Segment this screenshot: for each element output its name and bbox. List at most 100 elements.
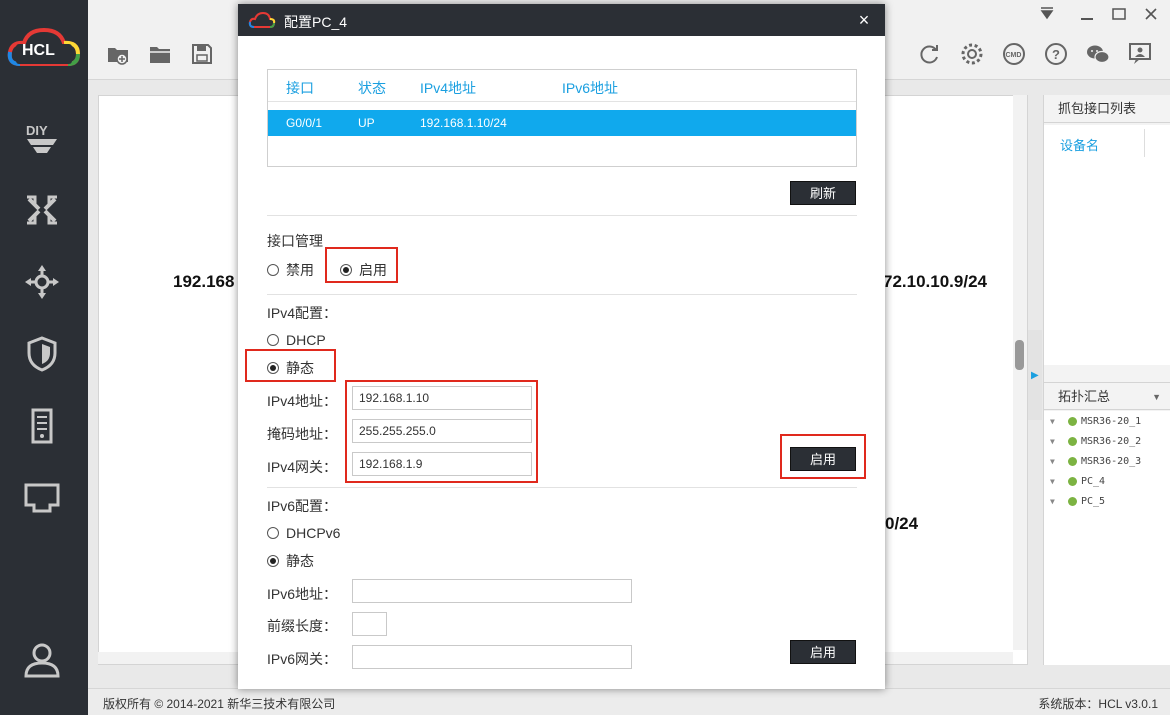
table-row[interactable]: G0/0/1 UP 192.168.1.10/24 [268,110,856,136]
feedback-icon[interactable] [1126,40,1154,68]
ipv6-static-radio[interactable]: 静态 [267,551,314,571]
device-label: MSR36-20_3 [1081,455,1142,467]
radio-circle-selected [267,555,279,567]
ipv6-address-label: IPv6地址： [267,586,338,602]
move-arrows-icon[interactable] [22,262,62,302]
svg-text:DIY: DIY [26,123,48,138]
network-switch-icon[interactable] [22,190,62,230]
status-dot-icon [1068,496,1077,506]
refresh-icon[interactable] [916,40,944,68]
close-icon[interactable]: × [855,11,873,29]
disable-radio-label: 禁用 [286,262,314,278]
ipv6-config-label: IPv6配置： [267,498,338,514]
ipv6-dhcp-label: DHCPv6 [286,525,341,541]
status-dot-icon [1068,416,1077,426]
save-icon[interactable] [188,40,216,68]
prefix-length-label: 前缀长度： [267,618,337,634]
menu-dropdown-icon[interactable] [1036,4,1058,24]
column-header-ipv6: IPv6地址 [562,80,619,96]
highlight-box [245,349,336,382]
help-icon[interactable]: ? [1042,40,1070,68]
hcl-logo: HCL [6,24,82,74]
highlight-box [325,247,398,283]
cell-interface: G0/0/1 [286,116,323,130]
topology-summary-label: 拓扑汇总 [1058,389,1111,404]
divider [267,294,857,295]
maximize-icon[interactable] [1108,4,1130,24]
panel-collapse-tab[interactable]: ▶ [1028,330,1042,420]
close-window-icon[interactable] [1140,4,1162,24]
topology-tree: ▼ MSR36-20_1 ▼ MSR36-20_2 ▼ MSR36-20_3 ▼ PC_… [1044,411,1170,665]
tree-item-device[interactable]: ▼ MSR36-20_2 [1050,431,1141,451]
ipv6-apply-button[interactable]: 启用 [790,640,856,664]
ipv4-address-label: IPv4地址： [267,393,338,409]
device-label: MSR36-20_1 [1081,415,1142,427]
expand-caret-icon[interactable]: ▼ [1050,417,1062,426]
user-icon[interactable] [22,640,62,680]
column-header-state: 状态 [358,80,386,96]
diy-icon[interactable]: DIY [22,120,62,160]
ipv4-dhcp-radio[interactable]: DHCP [267,332,326,348]
device-label: MSR36-20_2 [1081,435,1142,447]
topology-summary-title: 拓扑汇总 ▼ [1044,382,1170,410]
radio-circle [267,527,279,539]
interface-table: 接口 状态 IPv4地址 IPv6地址 G0/0/1 UP 192.168.1.… [267,69,857,167]
ipv6-static-label: 静态 [286,553,314,569]
canvas-ip-label: 192.168 [173,272,235,291]
column-separator [1144,129,1145,157]
column-header-ipv4: IPv4地址 [420,80,477,96]
status-dot-icon [1068,436,1077,446]
expand-caret-icon[interactable]: ▼ [1050,457,1062,466]
cell-ipv4: 192.168.1.10/24 [420,116,507,130]
divider [267,487,857,488]
radio-circle [267,264,279,276]
ethernet-port-icon[interactable] [22,478,62,518]
copyright-text: 版权所有 © 2014-2021 新华三技术有限公司 [103,697,336,711]
wechat-icon[interactable] [1084,40,1112,68]
security-shield-icon[interactable] [22,334,62,374]
device-name-column[interactable]: 设备名 [1060,135,1099,154]
divider [267,215,857,216]
status-dot-icon [1068,456,1077,466]
status-bar: 版权所有 © 2014-2021 新华三技术有限公司 系统版本：HCL v3.0… [88,688,1170,715]
ipv4-gateway-label: IPv4网关： [267,459,338,475]
vertical-scroll-thumb[interactable] [1015,340,1024,370]
prefix-length-input[interactable] [352,612,387,636]
canvas-ip-label: 0/24 [885,514,919,533]
chevron-down-icon[interactable]: ▼ [1152,383,1161,411]
cell-state: UP [358,116,375,130]
disable-radio[interactable]: 禁用 [267,260,314,280]
dialog-title: 配置PC_4 [284,14,348,30]
cmd-icon[interactable]: CMD [1000,40,1028,68]
open-folder-icon[interactable] [146,40,174,68]
ipv6-dhcp-radio[interactable]: DHCPv6 [267,525,340,541]
tree-item-device[interactable]: ▼ PC_5 [1050,491,1105,511]
expand-arrow-icon: ▶ [1031,370,1039,381]
ipv6-gateway-label: IPv6网关： [267,651,338,667]
interface-management-label: 接口管理 [267,233,323,249]
refresh-button[interactable]: 刷新 [790,181,856,205]
highlight-box [345,380,538,483]
minimize-icon[interactable] [1076,4,1098,24]
expand-caret-icon[interactable]: ▼ [1050,497,1062,506]
device-label: PC_4 [1081,475,1106,487]
svg-text:CMD: CMD [1006,52,1022,59]
server-icon[interactable] [22,406,62,446]
ipv6-gateway-input[interactable] [352,645,632,669]
tree-item-device[interactable]: ▼ MSR36-20_3 [1050,451,1141,471]
vertical-scrollbar[interactable] [1013,95,1027,650]
settings-gear-icon[interactable] [958,40,986,68]
capture-list-title: 抓包接口列表 [1044,95,1170,123]
tree-item-device[interactable]: ▼ PC_4 [1050,471,1105,491]
right-panel: 抓包接口列表 设备名 拓扑汇总 ▼ ▼ MSR36-20_1 ▼ MSR36-20_… [1043,95,1170,665]
ipv4-dhcp-label: DHCP [286,332,326,348]
expand-caret-icon[interactable]: ▼ [1050,437,1062,446]
new-project-icon[interactable] [104,40,132,68]
expand-caret-icon[interactable]: ▼ [1050,477,1062,486]
ipv6-address-input[interactable] [352,579,632,603]
mask-address-label: 掩码地址： [267,426,337,442]
dialog-title-bar[interactable]: 配置PC_4 × [238,4,885,36]
column-header-interface: 接口 [286,80,314,96]
tree-item-device[interactable]: ▼ MSR36-20_1 [1050,411,1141,431]
status-dot-icon [1068,476,1077,486]
